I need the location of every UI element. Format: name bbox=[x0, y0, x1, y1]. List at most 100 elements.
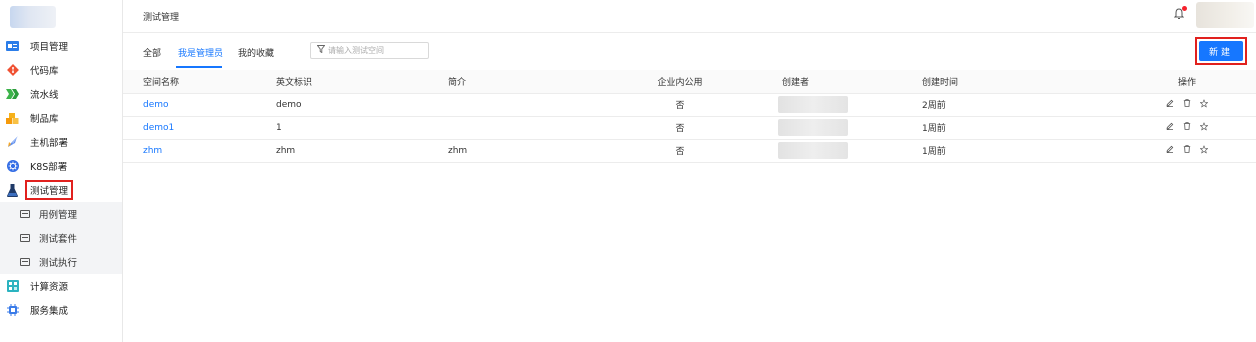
app-root: 项目管理 代码库 流水线 制品库 主机部署 K8S部署 测试管理 用例管理 测试… bbox=[0, 0, 1256, 342]
space-name-link[interactable]: zhm bbox=[143, 146, 162, 156]
execution-icon bbox=[20, 258, 30, 266]
sidebar-subitem-test-suite[interactable]: 测试套件 bbox=[0, 226, 122, 250]
actions-cell bbox=[1118, 116, 1256, 140]
toolbar: 全部 我是管理员 我的收藏 新建 bbox=[123, 33, 1256, 70]
sidebar-item-pipeline[interactable]: 流水线 bbox=[0, 82, 122, 106]
sidebar-submenu: 用例管理 测试套件 测试执行 bbox=[0, 202, 122, 274]
space-table: 空间名称 英文标识 简介 企业内公用 创建者 创建时间 操作 demo demo… bbox=[123, 70, 1256, 163]
sidebar-item-compute[interactable]: 计算资源 bbox=[0, 274, 122, 298]
sidebar-item-label: 流水线 bbox=[30, 90, 59, 101]
sidebar-item-integration[interactable]: 服务集成 bbox=[0, 298, 122, 322]
space-name-cell: demo bbox=[123, 93, 276, 117]
git-icon bbox=[6, 64, 19, 76]
flask-icon bbox=[6, 183, 19, 197]
sidebar-item-repo[interactable]: 代码库 bbox=[0, 58, 122, 82]
creator-cell bbox=[744, 139, 914, 163]
delete-icon[interactable] bbox=[1183, 145, 1191, 153]
tab-favorites[interactable]: 我的收藏 bbox=[238, 46, 274, 59]
column-header[interactable]: 企业内公用 bbox=[616, 70, 744, 94]
space-name-link[interactable]: demo1 bbox=[143, 123, 174, 133]
edit-icon[interactable] bbox=[1166, 99, 1174, 107]
compute-icon bbox=[6, 280, 19, 292]
en-id-cell: zhm bbox=[276, 139, 438, 163]
logo[interactable] bbox=[0, 0, 122, 34]
intro-cell bbox=[438, 116, 616, 140]
search-box[interactable] bbox=[310, 42, 429, 59]
sidebar: 项目管理 代码库 流水线 制品库 主机部署 K8S部署 测试管理 用例管理 测试… bbox=[0, 0, 123, 342]
column-header[interactable]: 空间名称 bbox=[123, 70, 276, 94]
column-header[interactable]: 英文标识 bbox=[276, 70, 438, 94]
bell-icon[interactable] bbox=[1173, 6, 1187, 20]
actions-cell bbox=[1118, 93, 1256, 117]
delete-icon[interactable] bbox=[1183, 122, 1191, 130]
sidebar-subitem-label: 用例管理 bbox=[39, 210, 78, 221]
star-icon[interactable] bbox=[1200, 144, 1208, 154]
main-content: 全部 我是管理员 我的收藏 新建 空间名称 英文标识 简介 企业内公用 bbox=[123, 33, 1256, 342]
public-cell: 否 bbox=[616, 139, 744, 163]
sidebar-subitem-test-cases[interactable]: 用例管理 bbox=[0, 202, 122, 226]
space-name-cell: zhm bbox=[123, 139, 276, 163]
creator-cell bbox=[744, 93, 914, 117]
integration-icon bbox=[6, 304, 19, 316]
sidebar-item-label: 代码库 bbox=[30, 66, 59, 77]
space-name-cell: demo1 bbox=[123, 116, 276, 140]
avatar[interactable] bbox=[1196, 2, 1254, 28]
notification-dot bbox=[1182, 6, 1187, 11]
edit-icon[interactable] bbox=[1166, 145, 1174, 153]
page-title: 测试管理 bbox=[143, 12, 180, 23]
host-deploy-icon bbox=[6, 136, 19, 148]
column-header[interactable]: 创建者 bbox=[744, 70, 914, 94]
sidebar-item-k8s[interactable]: K8S部署 bbox=[0, 154, 122, 178]
star-icon[interactable] bbox=[1200, 98, 1208, 108]
tab-active-indicator bbox=[176, 66, 222, 68]
sidebar-item-project[interactable]: 项目管理 bbox=[0, 34, 122, 58]
column-header[interactable]: 简介 bbox=[438, 70, 616, 94]
creator-redacted bbox=[778, 96, 848, 113]
sidebar-nav-bottom: 计算资源 服务集成 bbox=[0, 274, 122, 322]
sidebar-item-label: 主机部署 bbox=[30, 138, 69, 149]
search-input[interactable] bbox=[328, 46, 428, 55]
intro-cell bbox=[438, 93, 616, 117]
project-icon bbox=[6, 40, 19, 52]
column-header: 操作 bbox=[1118, 70, 1256, 94]
sidebar-subitem-label: 测试套件 bbox=[39, 234, 78, 245]
pipeline-icon bbox=[6, 88, 19, 100]
tab-admin[interactable]: 我是管理员 bbox=[178, 46, 223, 59]
sidebar-subitem-test-execution[interactable]: 测试执行 bbox=[0, 250, 122, 274]
creator-redacted bbox=[778, 119, 848, 136]
new-button-highlight: 新建 bbox=[1195, 37, 1247, 65]
public-cell: 否 bbox=[616, 93, 744, 117]
table-row: demo1 1 否 1周前 bbox=[123, 116, 1256, 140]
creator-cell bbox=[744, 116, 914, 140]
table-row: demo demo 否 2周前 bbox=[123, 93, 1256, 117]
sidebar-item-label: 项目管理 bbox=[30, 42, 69, 53]
sidebar-subitem-label: 测试执行 bbox=[39, 258, 78, 269]
space-name-link[interactable]: demo bbox=[143, 100, 169, 110]
sidebar-item-host-deploy[interactable]: 主机部署 bbox=[0, 130, 122, 154]
edit-icon[interactable] bbox=[1166, 122, 1174, 130]
table-row: zhm zhm zhm 否 1周前 bbox=[123, 139, 1256, 163]
list-icon bbox=[20, 210, 30, 218]
artifact-icon bbox=[6, 112, 19, 124]
public-cell: 否 bbox=[616, 116, 744, 140]
star-icon[interactable] bbox=[1200, 121, 1208, 131]
tab-all[interactable]: 全部 bbox=[143, 46, 161, 59]
delete-icon[interactable] bbox=[1183, 99, 1191, 107]
column-header[interactable]: 创建时间 bbox=[914, 70, 1118, 94]
en-id-cell: 1 bbox=[276, 116, 438, 140]
top-header: 测试管理 bbox=[123, 0, 1256, 33]
sidebar-item-artifact[interactable]: 制品库 bbox=[0, 106, 122, 130]
creator-redacted bbox=[778, 142, 848, 159]
sidebar-nav: 项目管理 代码库 流水线 制品库 主机部署 K8S部署 测试管理 bbox=[0, 34, 122, 202]
suite-icon bbox=[20, 234, 30, 242]
created-time-cell: 1周前 bbox=[914, 139, 1118, 163]
created-time-cell: 1周前 bbox=[914, 116, 1118, 140]
k8s-icon bbox=[6, 160, 19, 172]
actions-cell bbox=[1118, 139, 1256, 163]
en-id-cell: demo bbox=[276, 93, 438, 117]
sidebar-item-label: 服务集成 bbox=[30, 306, 69, 317]
sidebar-item-test-management[interactable]: 测试管理 bbox=[0, 178, 122, 202]
new-button[interactable]: 新建 bbox=[1199, 41, 1243, 61]
intro-cell: zhm bbox=[438, 139, 616, 163]
sidebar-item-label: 测试管理 bbox=[25, 180, 74, 200]
